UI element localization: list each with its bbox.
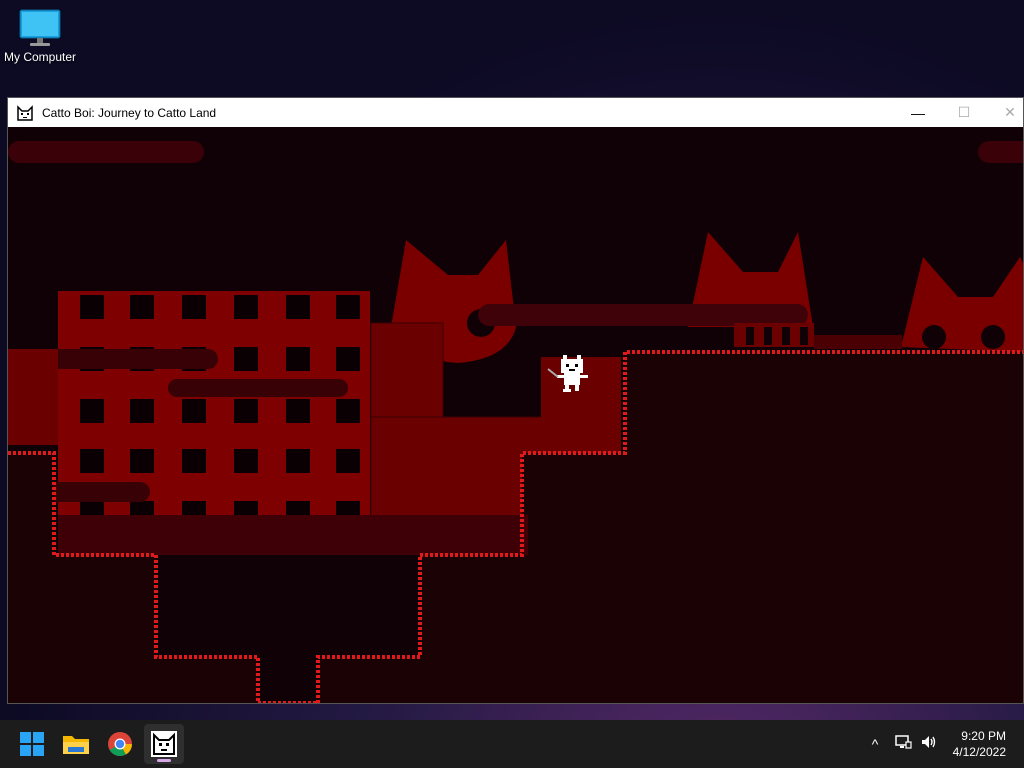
game-window[interactable]: Catto Boi: Journey to Catto Land — ☐ ✕ (7, 97, 1024, 704)
system-tray: ^ (864, 720, 938, 768)
desktop-icon-my-computer[interactable]: My Computer (2, 8, 78, 64)
catto-boi-taskbar-button[interactable] (144, 724, 184, 764)
window-titlebar[interactable]: Catto Boi: Journey to Catto Land — ☐ ✕ (8, 98, 1023, 127)
catto-boi-icon (151, 731, 177, 757)
cloud-strip (478, 304, 808, 326)
clock-time: 9:20 PM (961, 729, 1006, 743)
windows-start-icon (20, 732, 44, 756)
catto-boi-app-icon (16, 103, 34, 122)
volume-icon[interactable] (920, 734, 938, 755)
cloud (978, 141, 1023, 163)
building-main (58, 291, 370, 515)
chrome-button[interactable] (100, 724, 140, 764)
window-title: Catto Boi: Journey to Catto Land (42, 105, 217, 120)
tower-block (370, 322, 444, 418)
minimize-button[interactable]: — (895, 98, 941, 127)
maximize-button[interactable]: ☐ (941, 98, 987, 127)
desktop-icon-label: My Computer (3, 50, 77, 64)
network-icon[interactable] (894, 734, 912, 755)
clock[interactable]: 9:20 PM 4/12/2022 (953, 728, 1006, 760)
active-indicator (157, 759, 171, 762)
game-canvas[interactable] (8, 127, 1023, 703)
monitor-icon (18, 8, 62, 48)
folder-icon (63, 736, 89, 754)
taskbar: ^ 9:20 PM 4/12/2022 (0, 720, 1024, 768)
chrome-icon (108, 732, 132, 757)
clock-date: 4/12/2022 (952, 745, 1006, 759)
cloud (8, 141, 204, 163)
file-explorer-button[interactable] (56, 724, 96, 764)
start-button[interactable] (12, 724, 52, 764)
tray-chevron-icon[interactable]: ^ (864, 736, 886, 752)
game-scene (8, 127, 1023, 703)
close-button[interactable]: ✕ (987, 98, 1023, 127)
